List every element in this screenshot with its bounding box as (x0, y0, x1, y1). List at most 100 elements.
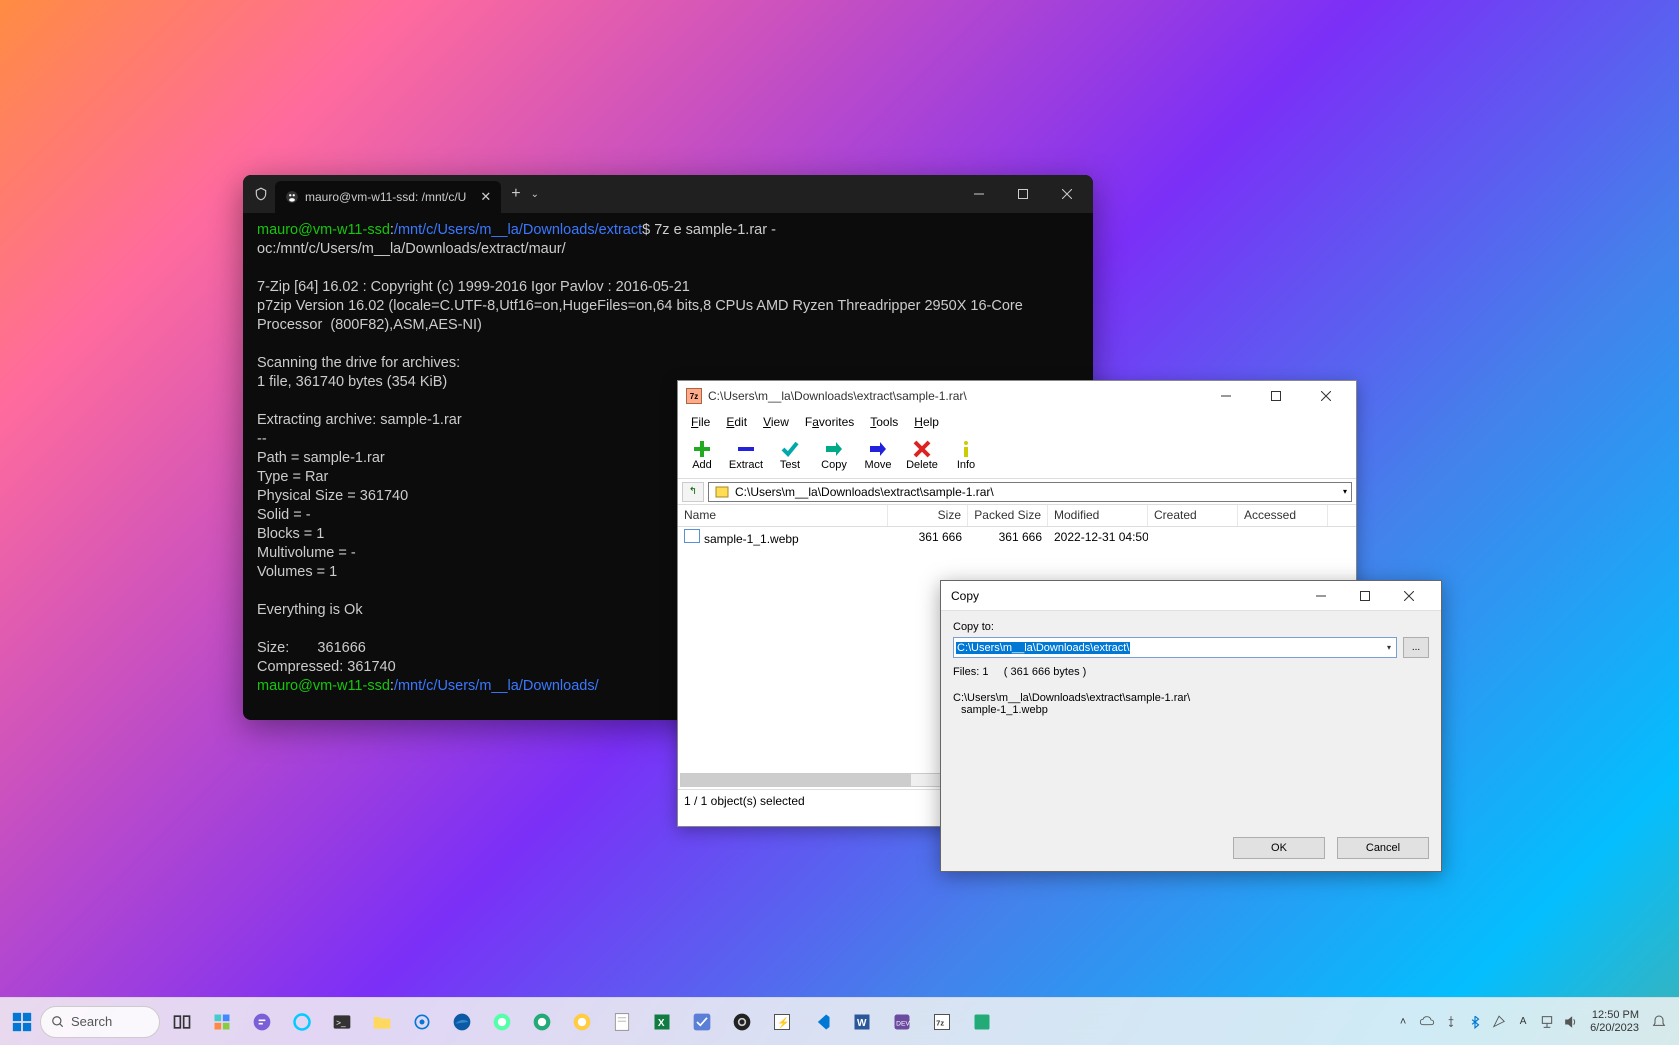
widgets-button[interactable] (208, 1008, 236, 1036)
maximize-button[interactable] (1343, 583, 1387, 609)
excel-icon[interactable]: X (648, 1008, 676, 1036)
window-title: C:\Users\m__la\Downloads\extract\sample-… (708, 389, 1198, 403)
vscode-icon[interactable] (808, 1008, 836, 1036)
location-icon[interactable] (1488, 1008, 1510, 1036)
settings-icon[interactable] (408, 1008, 436, 1036)
chevron-down-icon[interactable]: ▾ (1343, 487, 1347, 496)
obs-icon[interactable] (728, 1008, 756, 1036)
header-name[interactable]: Name (678, 505, 888, 526)
clock[interactable]: 12:50 PM 6/20/2023 (1584, 1009, 1645, 1035)
close-button[interactable] (1387, 583, 1431, 609)
sevenzip-titlebar[interactable]: 7z C:\Users\m__la\Downloads\extract\samp… (678, 381, 1356, 411)
tab-close-icon[interactable]: ✕ (480, 189, 491, 205)
task-view-button[interactable] (168, 1008, 196, 1036)
chevron-down-icon[interactable]: ▾ (1384, 643, 1394, 652)
svg-text:>_: >_ (336, 1017, 346, 1027)
language-icon[interactable]: A (1512, 1008, 1534, 1036)
dialog-title: Copy (951, 589, 1299, 603)
header-packed[interactable]: Packed Size (968, 505, 1048, 526)
toolbar: Add Extract Test Copy Move Delete Info (678, 433, 1356, 479)
menu-file[interactable]: File (684, 413, 717, 431)
addressbar: ↰ C:\Users\m__la\Downloads\extract\sampl… (678, 479, 1356, 505)
search-box[interactable]: Search (40, 1006, 160, 1038)
chevron-up-icon[interactable]: ˄ (1392, 1008, 1414, 1036)
edge-dev-icon[interactable] (528, 1008, 556, 1036)
column-headers: Name Size Packed Size Modified Created A… (678, 505, 1356, 527)
test-button[interactable]: Test (772, 440, 808, 471)
close-button[interactable] (1045, 178, 1089, 210)
add-button[interactable]: Add (684, 440, 720, 471)
usb-icon[interactable] (1440, 1008, 1462, 1036)
terminal-app-icon[interactable]: >_ (328, 1008, 356, 1036)
menu-edit[interactable]: Edit (719, 413, 754, 431)
word-icon[interactable]: W (848, 1008, 876, 1036)
maximize-button[interactable] (1001, 178, 1045, 210)
tab-dropdown-icon[interactable]: ⌄ (531, 189, 539, 200)
menu-favorites[interactable]: Favorites (798, 413, 861, 431)
copyto-label: Copy to: (953, 621, 1429, 633)
copy-button[interactable]: Copy (816, 440, 852, 471)
edge-beta-icon[interactable] (488, 1008, 516, 1036)
notification-icon[interactable] (1647, 1008, 1671, 1036)
search-icon (51, 1015, 65, 1029)
to-do-icon[interactable] (688, 1008, 716, 1036)
prompt-user: mauro@vm-w11-ssd (257, 222, 390, 238)
source-path: C:\Users\m__la\Downloads\extract\sample-… (953, 692, 1429, 704)
ok-button[interactable]: OK (1233, 837, 1325, 859)
start-button[interactable] (8, 1008, 36, 1036)
shield-icon (251, 184, 271, 204)
app-icon[interactable] (968, 1008, 996, 1036)
header-size[interactable]: Size (888, 505, 968, 526)
minimize-button[interactable] (957, 178, 1001, 210)
header-accessed[interactable]: Accessed (1238, 505, 1328, 526)
terminal-tab-title: mauro@vm-w11-ssd: /mnt/c/U (305, 190, 466, 204)
sevenzip-taskbar-icon[interactable]: 7z (928, 1008, 956, 1036)
cancel-button[interactable]: Cancel (1337, 837, 1429, 859)
onedrive-icon[interactable] (1416, 1008, 1438, 1036)
maximize-button[interactable] (1254, 382, 1298, 410)
browse-button[interactable]: ... (1403, 637, 1429, 658)
menubar: File Edit View Favorites Tools Help (678, 411, 1356, 433)
new-tab-button[interactable]: + (511, 185, 520, 203)
tux-icon (285, 190, 299, 204)
taskbar: Search >_ X ⚡ W DEV 7z ˄ A 12:50 PM (0, 997, 1679, 1045)
volume-icon[interactable] (1560, 1008, 1582, 1036)
info-icon (954, 440, 978, 458)
terminal-tab[interactable]: mauro@vm-w11-ssd: /mnt/c/U ✕ (275, 181, 501, 213)
header-created[interactable]: Created (1148, 505, 1238, 526)
svg-text:⚡: ⚡ (777, 1016, 789, 1029)
svg-text:X: X (658, 1018, 665, 1029)
network-icon[interactable] (1536, 1008, 1558, 1036)
destination-input[interactable]: C:\Users\m__la\Downloads\extract\ ▾ (953, 637, 1397, 658)
bluetooth-icon[interactable] (1464, 1008, 1486, 1036)
minimize-button[interactable] (1299, 583, 1343, 609)
close-button[interactable] (1304, 382, 1348, 410)
file-explorer-icon[interactable] (368, 1008, 396, 1036)
file-row[interactable]: sample-1_1.webp 361 666 361 666 2022-12-… (678, 527, 1356, 547)
address-input[interactable]: C:\Users\m__la\Downloads\extract\sample-… (708, 482, 1352, 502)
minimize-button[interactable] (1204, 382, 1248, 410)
info-button[interactable]: Info (948, 440, 984, 471)
svg-text:7z: 7z (936, 1018, 944, 1027)
terminal-titlebar[interactable]: mauro@vm-w11-ssd: /mnt/c/U ✕ + ⌄ (243, 175, 1093, 213)
edge-icon[interactable] (448, 1008, 476, 1036)
delete-button[interactable]: Delete (904, 440, 940, 471)
dialog-titlebar[interactable]: Copy (941, 581, 1441, 611)
chat-button[interactable] (248, 1008, 276, 1036)
powertoys-icon[interactable]: ⚡ (768, 1008, 796, 1036)
menu-help[interactable]: Help (907, 413, 946, 431)
extract-button[interactable]: Extract (728, 440, 764, 471)
header-modified[interactable]: Modified (1048, 505, 1148, 526)
move-button[interactable]: Move (860, 440, 896, 471)
notepad-icon[interactable] (608, 1008, 636, 1036)
menu-tools[interactable]: Tools (863, 413, 905, 431)
edge-canary-icon[interactable] (568, 1008, 596, 1036)
files-count: Files: 1 (953, 666, 988, 678)
arrow-right-icon (822, 440, 846, 458)
copilot-button[interactable] (288, 1008, 316, 1036)
minus-icon (734, 440, 758, 458)
up-folder-button[interactable]: ↰ (682, 482, 704, 502)
dev-home-icon[interactable]: DEV (888, 1008, 916, 1036)
menu-view[interactable]: View (756, 413, 796, 431)
sevenzip-icon: 7z (686, 388, 702, 404)
